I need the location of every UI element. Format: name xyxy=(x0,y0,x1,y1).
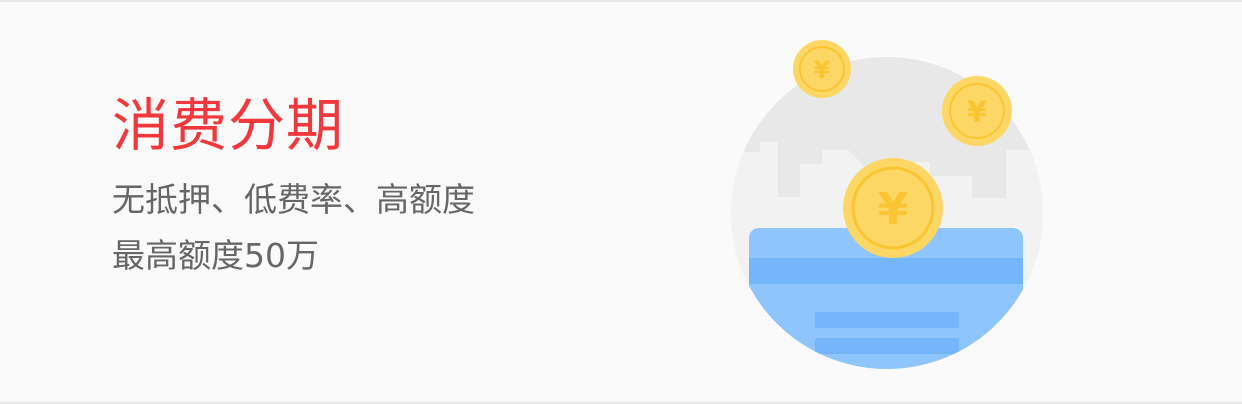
installment-banner[interactable]: 消费分期 无抵押、低费率、高额度 最高额度50万 ¥ ¥ ¥ xyxy=(0,0,1242,404)
coin-icon: ¥ xyxy=(793,40,851,98)
coin-icon: ¥ xyxy=(843,158,943,258)
svg-text:¥: ¥ xyxy=(967,95,987,129)
banner-text: 消费分期 无抵押、低费率、高额度 最高额度50万 xyxy=(112,90,475,276)
banner-title: 消费分期 xyxy=(112,93,344,159)
svg-text:¥: ¥ xyxy=(878,184,909,235)
card-line xyxy=(815,312,959,328)
banner-features: 无抵押、低费率、高额度 xyxy=(112,180,475,219)
coin-icon: ¥ xyxy=(942,76,1012,146)
coins-over-card-illustration: ¥ ¥ ¥ xyxy=(731,40,1043,369)
svg-text:¥: ¥ xyxy=(814,56,831,84)
banner-limit: 最高额度50万 xyxy=(112,236,319,275)
card-line xyxy=(815,338,959,354)
card-stripe xyxy=(749,258,1023,284)
